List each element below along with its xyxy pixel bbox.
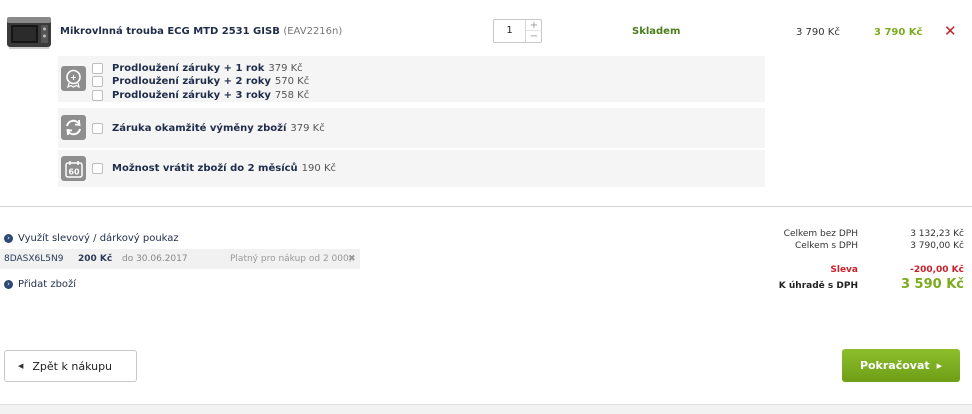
- return-checkbox[interactable]: [92, 162, 103, 174]
- warranty-option-1[interactable]: Prodloužení záruky + 1 rok 379 Kč: [92, 62, 303, 74]
- warranty-2-price: 570 Kč: [274, 75, 310, 87]
- warranty-1-price: 379 Kč: [268, 62, 303, 74]
- quantity-decrease-button[interactable]: −: [526, 31, 542, 42]
- continue-button[interactable]: Pokračovat ▶: [842, 349, 960, 382]
- warranty-3-price: 758 Kč: [274, 89, 310, 101]
- warranty-option-3[interactable]: Prodloužení záruky + 3 roky 758 Kč: [92, 89, 309, 101]
- to-pay-value: 3 590 Kč: [900, 277, 964, 292]
- return-icon-text: 60: [68, 167, 80, 176]
- voucher-remove-icon[interactable]: ✖: [348, 254, 356, 264]
- exchange-option: Záruka okamžité výměny zboží 379 Kč: [58, 108, 765, 148]
- total-without-vat-label: Celkem bez DPH: [783, 229, 858, 239]
- availability-status: Skladem: [632, 26, 681, 37]
- calendar-60-icon: 60: [61, 156, 86, 181]
- return-option-row[interactable]: Možnost vrátit zboží do 2 měsíců 190 Kč: [92, 162, 336, 174]
- product-name[interactable]: Mikrovlnná trouba ECG MTD 2531 GISB (EAV…: [60, 26, 342, 37]
- arrow-right-icon: ▶: [936, 361, 943, 370]
- item-total-price: 3 790 Kč: [874, 27, 923, 38]
- warranty-3-label[interactable]: Prodloužení záruky + 3 roky: [112, 90, 271, 101]
- arrow-circle-icon: ›: [4, 280, 13, 289]
- exchange-checkbox[interactable]: [92, 122, 103, 134]
- discount-value: -200,00 Kč: [910, 265, 964, 275]
- back-to-shopping-button[interactable]: ◀ Zpět k nákupu: [4, 350, 137, 382]
- total-with-vat-value: 3 790,00 Kč: [910, 241, 964, 251]
- exchange-price: 379 Kč: [290, 122, 325, 134]
- to-pay-label: K úhradě s DPH: [778, 281, 858, 291]
- arrow-circle-icon: ›: [4, 234, 13, 243]
- discount-label: Sleva: [830, 265, 858, 275]
- product-title[interactable]: Mikrovlnná trouba ECG MTD 2531 GISB: [60, 26, 280, 37]
- warranty-medal-icon: +: [61, 66, 86, 91]
- remove-item-icon[interactable]: ✕: [944, 23, 957, 39]
- unit-price: 3 790 Kč: [796, 27, 840, 38]
- continue-button-label: Pokračovat: [859, 359, 930, 372]
- quantity-input[interactable]: 1: [494, 20, 525, 42]
- warranty-1-label[interactable]: Prodloužení záruky + 1 rok: [112, 63, 264, 74]
- warranty-options: + Prodloužení záruky + 1 rok 379 Kč Prod…: [58, 56, 765, 102]
- footer-strip: [0, 404, 972, 414]
- add-item-label[interactable]: Přidat zboží: [18, 279, 76, 290]
- product-code: (EAV2216n): [283, 26, 343, 37]
- warranty-2-checkbox[interactable]: [92, 75, 103, 87]
- exchange-option-row[interactable]: Záruka okamžité výměny zboží 379 Kč: [92, 122, 325, 134]
- section-divider: [0, 206, 972, 207]
- warranty-3-checkbox[interactable]: [92, 89, 103, 101]
- voucher-amount: 200 Kč: [78, 254, 113, 264]
- exchange-arrows-icon: [61, 115, 86, 140]
- exchange-label[interactable]: Záruka okamžité výměny zboží: [112, 123, 286, 134]
- quantity-stepper[interactable]: 1 + −: [493, 19, 542, 43]
- applied-voucher: 8DASX6L5N9 200 Kč do 30.06.2017 Platný p…: [0, 249, 360, 269]
- add-item-link[interactable]: › Přidat zboží: [4, 279, 76, 290]
- voucher-condition: Platný pro nákup od 2 000,-: [230, 254, 355, 264]
- arrow-left-icon: ◀: [18, 362, 24, 370]
- voucher-valid-until: do 30.06.2017: [122, 254, 188, 264]
- voucher-code: 8DASX6L5N9: [4, 254, 64, 264]
- return-option: 60 Možnost vrátit zboží do 2 měsíců 190 …: [58, 150, 765, 187]
- voucher-link-label[interactable]: Využít slevový / dárkový poukaz: [18, 233, 179, 244]
- warranty-option-2[interactable]: Prodloužení záruky + 2 roky 570 Kč: [92, 75, 309, 87]
- warranty-2-label[interactable]: Prodloužení záruky + 2 roky: [112, 76, 271, 87]
- quantity-increase-button[interactable]: +: [526, 20, 542, 31]
- warranty-1-checkbox[interactable]: [92, 62, 103, 74]
- quantity-buttons: + −: [525, 20, 542, 42]
- return-price: 190 Kč: [301, 162, 336, 174]
- total-with-vat-label: Celkem s DPH: [794, 241, 858, 251]
- svg-text:+: +: [70, 73, 77, 82]
- back-button-label: Zpět k nákupu: [32, 359, 113, 373]
- product-image[interactable]: [6, 14, 52, 50]
- total-without-vat-value: 3 132,23 Kč: [910, 229, 964, 239]
- voucher-link[interactable]: › Využít slevový / dárkový poukaz: [4, 233, 179, 244]
- return-label[interactable]: Možnost vrátit zboží do 2 měsíců: [112, 163, 298, 174]
